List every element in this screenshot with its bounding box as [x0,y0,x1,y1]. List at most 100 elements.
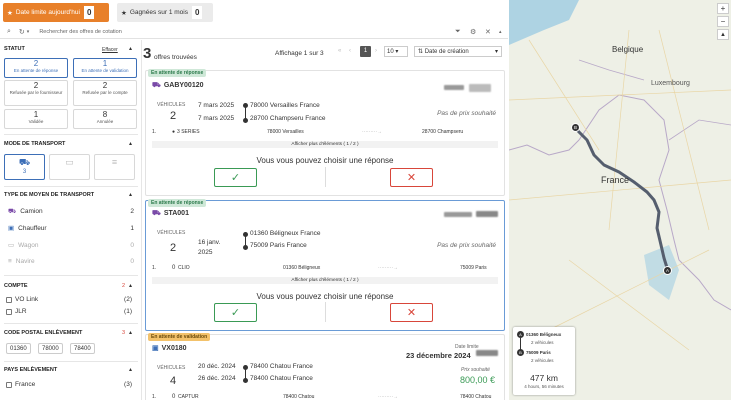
collapse-icon[interactable]: ▴ [129,45,132,52]
sort-select[interactable]: ⇅ Date de création ▾ [414,46,502,57]
settings-icon[interactable]: ⚙ [470,28,476,36]
accept-button[interactable]: ✓ [214,303,257,322]
reject-button[interactable]: ✕ [390,168,433,187]
show-more-button[interactable]: Afficher plus d'éléments ( 1 / 2 ) [152,277,498,284]
cp-tag[interactable]: 01360 [6,343,31,354]
redacted-text [444,85,464,90]
filter-deadline-today[interactable]: ★ Date limite aujourd'hui 0 [3,3,109,22]
search-input[interactable]: Rechercher des offres de cotation [39,29,121,35]
filter-won-month[interactable]: ★ Gagnées sur 1 mois 0 [117,3,213,22]
offer-ref: GABY00120 [163,82,204,89]
compte-vo-link[interactable]: VO Link (2) [6,296,132,303]
route-summary: A 01360 Béligneux 2 véhicules B 75009 Pa… [513,327,575,395]
zoom-in-button[interactable]: + [717,3,729,14]
chevron-down-icon[interactable]: ▾ [27,29,30,35]
mode-rail[interactable]: ▭ [49,154,90,180]
status-refused-account[interactable]: 2 Refusée par le compte [73,80,137,106]
reject-button[interactable]: ✕ [390,303,433,322]
vehicles-label: VÉHICULES [157,230,186,236]
deadline-date: 23 décembre 2024 [406,351,471,360]
accept-button[interactable]: ✓ [214,168,257,187]
truck-icon: ⛟ [152,210,161,217]
cp-tag[interactable]: 78400 [70,343,95,354]
star-icon: ★ [7,9,13,17]
pickup-date: 7 mars 2025 [198,102,235,109]
prev-page-button[interactable]: ‹ [349,48,351,54]
map-label-luxembourg: Luxembourg [651,80,690,87]
driver-icon: ▣ [152,345,159,352]
delivery-date: 7 mars 2025 [198,115,235,122]
moyen-navire[interactable]: ≡ Navire 0 [8,258,134,265]
pays-france[interactable]: France (3) [6,381,132,388]
summary-from-vehicles: 2 véhicules [531,340,554,345]
close-icon[interactable]: ✕ [485,28,491,36]
filter-icon[interactable]: ⏷ [455,28,461,36]
collapse-icon[interactable]: ▴ [129,140,132,147]
history-icon[interactable]: ↻ [19,28,25,36]
checkbox[interactable] [6,296,12,303]
collapse-icon[interactable]: ▴ [129,191,132,198]
checkbox[interactable] [6,308,12,315]
filter-count: 0 [192,6,203,19]
collapse-icon[interactable]: ▴ [129,282,132,289]
moyen-wagon[interactable]: ▭ Wagon 0 [8,241,134,250]
show-more-button[interactable]: Afficher plus d'éléments ( 1 / 2 ) [152,141,498,148]
current-page[interactable]: 1 [360,46,371,57]
ship-icon: ≡ [111,157,118,167]
search-icon[interactable]: ⌕ [7,28,11,36]
status-validated[interactable]: 1 Validée [4,109,68,129]
clear-filters-link[interactable]: Effacer [102,47,118,53]
status-refused-supplier[interactable]: 2 Refusée par le fournisseur [4,80,68,106]
map-marker-beligneux[interactable]: A [663,266,672,275]
vehicles-count: 2 [170,242,177,254]
next-page-button[interactable]: › [375,48,377,54]
pickup-date: 20 déc. 2024 [198,363,236,370]
moyen-camion[interactable]: ⛟ Camion 2 [8,207,134,216]
offer-card[interactable]: En attente de réponse ⛟ STA001 VÉHICULES … [145,199,505,331]
route-end-dot [243,118,248,123]
cp-tag[interactable]: 78000 [38,343,63,354]
compass-icon[interactable]: ▲ [717,29,729,40]
status-badge: En attente de réponse [148,199,207,207]
truck-icon: ⛟ [152,82,161,89]
redacted-text [444,212,472,217]
summary-distance: 477 km [530,373,558,383]
status-waiting-validation[interactable]: 1 En attente de validation [73,58,137,78]
status-waiting-response[interactable]: 2 En attente de réponse [4,58,68,78]
vehicles-count: 2 [170,110,177,122]
pagination-info: Affichage 1 sur 3 [275,50,324,57]
zoom-out-button[interactable]: − [717,16,729,27]
per-page-select[interactable]: 10 ▾ [384,46,408,57]
close-icon: ✕ [406,172,417,184]
driver-icon: ▣ [8,225,15,232]
vehicle-line: 1. 0 CLIO 01360 Béligneux ·········→ 750… [152,265,487,271]
vehicle-line: 1. 0 CAPTUR 78400 Chatou ·········→ 7840… [152,394,492,400]
map-marker-paris[interactable]: B [571,123,580,132]
star-icon: ★ [121,9,127,17]
map-label-belgique: Belgique [612,45,644,54]
checkbox[interactable] [6,381,12,388]
divider [4,186,138,187]
mode-road[interactable]: ⛟ 3 [4,154,45,180]
client-logo [476,350,498,356]
route-map[interactable]: B A Belgique Luxembourg France + − ▲ A 0… [509,0,731,400]
offer-ref: STA001 [163,210,189,217]
compte-jlr[interactable]: JLR (1) [6,308,132,315]
chevron-up-icon[interactable]: ▴ [499,29,502,35]
price-label: Prix souhaité [461,367,490,373]
search-bar: ⌕ ↻ ▾ Rechercher des offres de cotation … [0,25,508,39]
offer-card[interactable]: En attente de réponse ⛟ GABY00120 VÉHICUL… [145,69,505,196]
first-page-button[interactable]: « [338,48,341,54]
collapse-icon[interactable]: ▴ [129,329,132,336]
divider [4,275,138,276]
summary-to: 75009 Paris [526,350,551,355]
offer-card[interactable]: En attente de validation ▣ VX0180 Date li… [145,333,505,400]
to-marker-icon: B [517,349,524,356]
map-label-france: France [601,175,630,185]
status-cancelled[interactable]: 8 Annulée [73,109,137,129]
moyen-chauffeur[interactable]: ▣ Chauffeur 1 [8,224,134,233]
collapse-icon[interactable]: ▴ [129,366,132,373]
mode-sea[interactable]: ≡ [94,154,135,180]
route-end-dot [243,245,248,250]
route-to: 75009 Paris France [250,242,307,249]
